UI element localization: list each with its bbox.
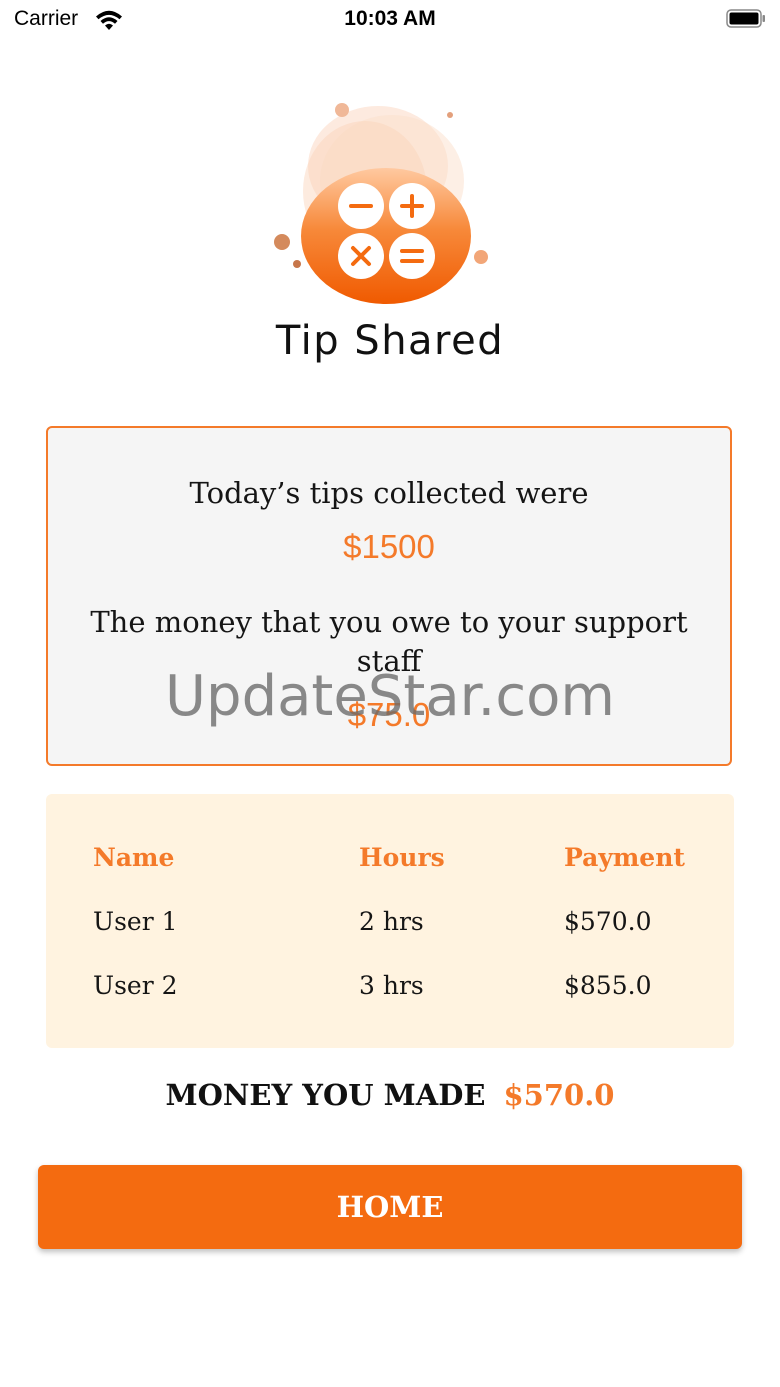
cell-name: User 2 bbox=[93, 971, 178, 1000]
calculator-logo-icon bbox=[274, 103, 488, 304]
cell-name: User 1 bbox=[93, 907, 178, 936]
cell-hours: 3 hrs bbox=[359, 971, 424, 1000]
money-made-label: MONEY YOU MADE bbox=[165, 1078, 486, 1112]
battery-icon bbox=[726, 9, 765, 28]
app-title: Tip Shared bbox=[275, 318, 505, 364]
status-time: 10:03 AM bbox=[344, 7, 436, 30]
staff-payment-table: Name Hours Payment User 1 2 hrs $570.0 U… bbox=[46, 794, 734, 1048]
home-button[interactable]: HOME bbox=[38, 1165, 742, 1249]
table-header-row: Name Hours Payment bbox=[46, 843, 734, 883]
column-header-name: Name bbox=[93, 843, 175, 872]
cell-payment: $855.0 bbox=[564, 971, 652, 1000]
cell-payment: $570.0 bbox=[564, 907, 652, 936]
money-made-value: $570.0 bbox=[503, 1078, 615, 1112]
table-row: User 2 3 hrs $855.0 bbox=[46, 971, 734, 1011]
watermark: UpdateStar.com bbox=[165, 664, 615, 729]
money-made-summary: MONEY YOU MADE $570.0 bbox=[0, 1078, 780, 1112]
tips-collected-label: Today’s tips collected were bbox=[189, 476, 589, 510]
table-row: User 1 2 hrs $570.0 bbox=[46, 907, 734, 947]
cell-hours: 2 hrs bbox=[359, 907, 424, 936]
column-header-hours: Hours bbox=[359, 843, 445, 872]
tips-collected-amount: $1500 bbox=[343, 528, 435, 565]
column-header-payment: Payment bbox=[564, 843, 685, 872]
status-bar: Carrier 10:03 AM bbox=[0, 0, 780, 44]
